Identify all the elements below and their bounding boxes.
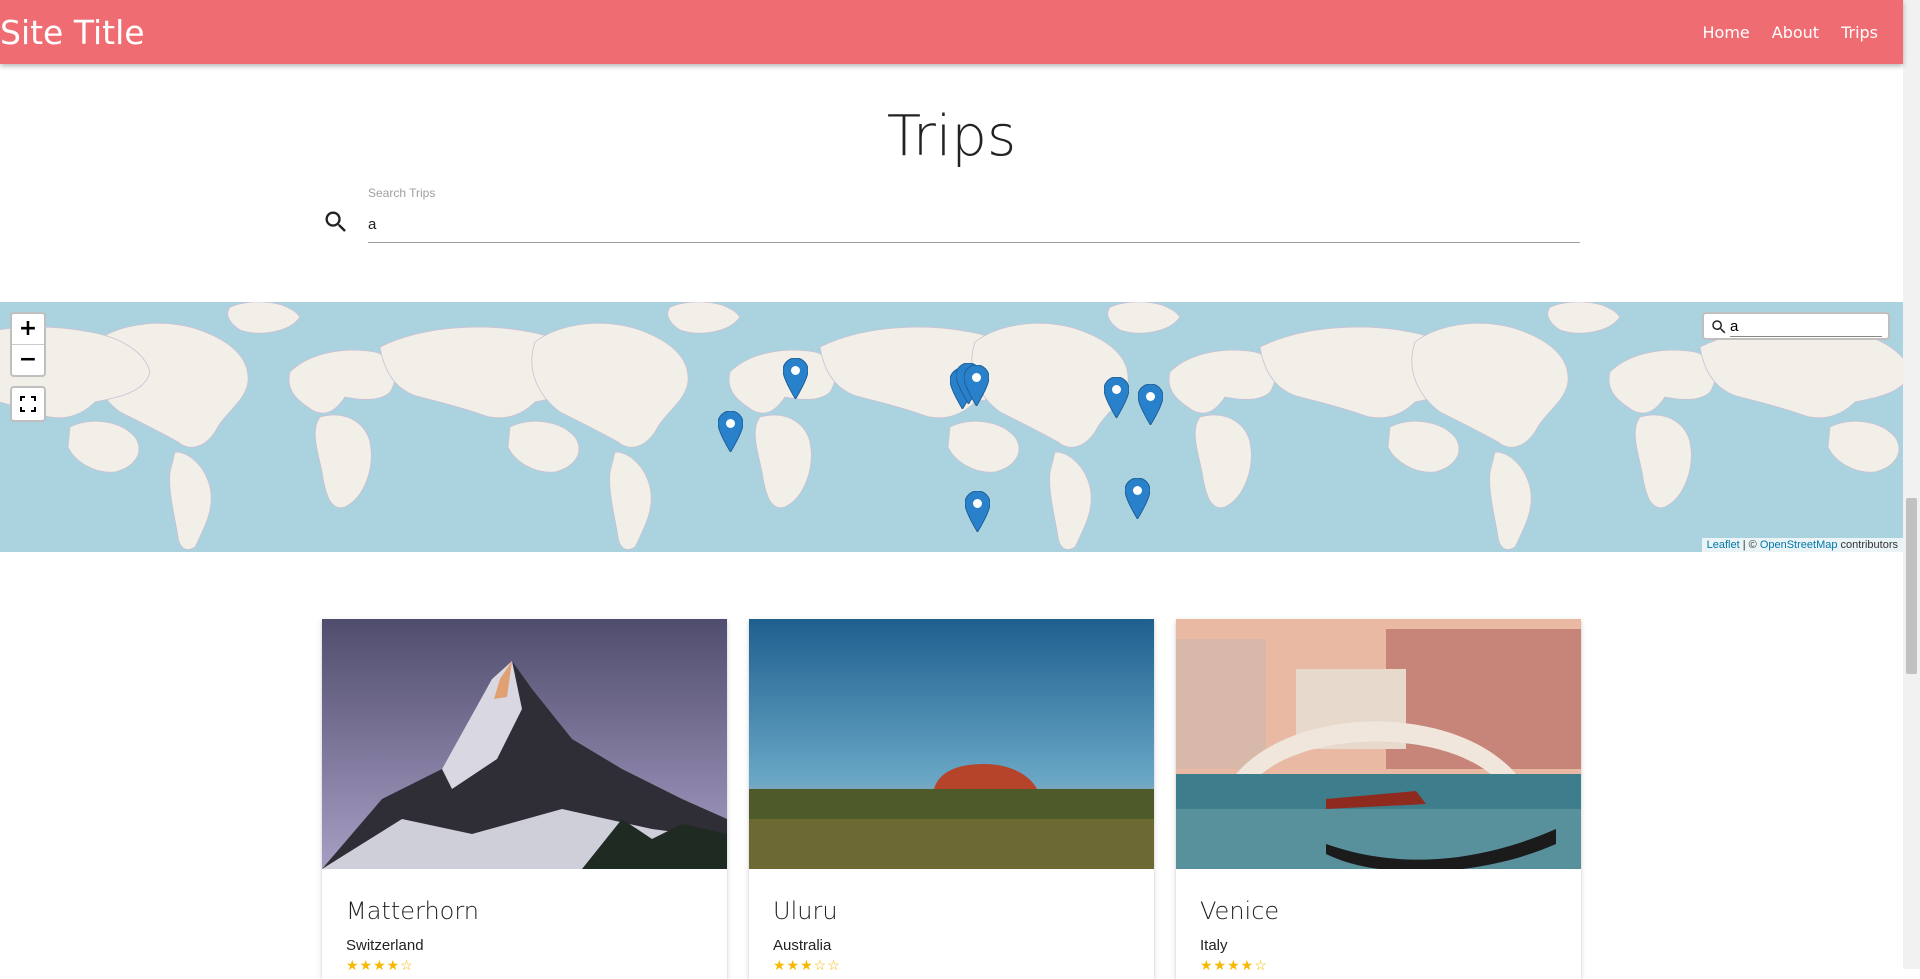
page-title: Trips xyxy=(886,104,1017,169)
trip-cards: Matterhorn Switzerland ★★★★☆ Uluru Austr… xyxy=(322,619,1581,979)
map-tiles[interactable] xyxy=(0,302,1903,552)
scrollbar-thumb[interactable] xyxy=(1906,498,1917,674)
fullscreen-icon xyxy=(20,396,36,412)
trip-image-uluru[interactable] xyxy=(749,619,1154,869)
map-attribution: Leaflet | © OpenStreetMap contributors xyxy=(1701,538,1903,552)
search-input[interactable] xyxy=(368,206,1580,243)
trip-card-matterhorn[interactable]: Matterhorn Switzerland ★★★★☆ xyxy=(322,619,727,979)
trip-title[interactable]: Uluru xyxy=(773,897,838,925)
map-marker[interactable] xyxy=(964,365,989,406)
map-marker[interactable] xyxy=(965,491,990,532)
site-title-link[interactable]: Site Title xyxy=(0,14,145,52)
trip-image-matterhorn[interactable] xyxy=(322,619,727,869)
navbar: Site Title Home About Trips xyxy=(0,0,1903,64)
trip-rating: ★★★★☆ xyxy=(1200,957,1268,973)
search-icon xyxy=(325,211,346,232)
trip-rating: ★★★☆☆ xyxy=(773,957,841,973)
nav-trips-link[interactable]: Trips xyxy=(1830,23,1889,42)
openstreetmap-link[interactable]: OpenStreetMap xyxy=(1760,539,1838,551)
nav-links: Home About Trips xyxy=(1692,0,1890,64)
attribution-suffix: contributors xyxy=(1837,539,1898,551)
trip-title[interactable]: Venice xyxy=(1200,897,1279,925)
trip-country: Italy xyxy=(1200,937,1228,954)
nav-about-link[interactable]: About xyxy=(1761,23,1830,42)
leaflet-link[interactable]: Leaflet xyxy=(1707,539,1740,551)
map-marker[interactable] xyxy=(1104,377,1129,418)
trip-country: Switzerland xyxy=(346,937,424,954)
map-marker[interactable] xyxy=(783,358,808,399)
zoom-out-button[interactable]: − xyxy=(12,344,44,375)
trips-map[interactable]: + − Leaflet | © OpenStreetMap contributo… xyxy=(0,302,1903,552)
trip-image-venice[interactable] xyxy=(1176,619,1581,869)
page-scrollbar[interactable] xyxy=(1903,0,1920,969)
search-label: Search Trips xyxy=(368,186,436,200)
trip-card-uluru[interactable]: Uluru Australia ★★★☆☆ xyxy=(749,619,1154,979)
trip-title[interactable]: Matterhorn xyxy=(346,897,479,925)
nav-home-link[interactable]: Home xyxy=(1692,23,1761,42)
trip-search: Search Trips xyxy=(322,186,1580,246)
map-search-input[interactable] xyxy=(1730,316,1882,337)
zoom-in-button[interactable]: + xyxy=(12,314,44,344)
fullscreen-button[interactable] xyxy=(10,386,46,422)
map-search-icon xyxy=(1712,320,1726,334)
map-marker[interactable] xyxy=(1125,478,1150,519)
trip-country: Australia xyxy=(773,937,832,954)
map-marker[interactable] xyxy=(1138,384,1163,425)
map-search-box xyxy=(1702,312,1890,340)
attribution-separator: | © xyxy=(1739,539,1760,551)
map-zoom-control: + − xyxy=(10,312,46,377)
map-marker[interactable] xyxy=(718,411,743,452)
trip-card-venice[interactable]: Venice Italy ★★★★☆ xyxy=(1176,619,1581,979)
trip-rating: ★★★★☆ xyxy=(346,957,414,973)
